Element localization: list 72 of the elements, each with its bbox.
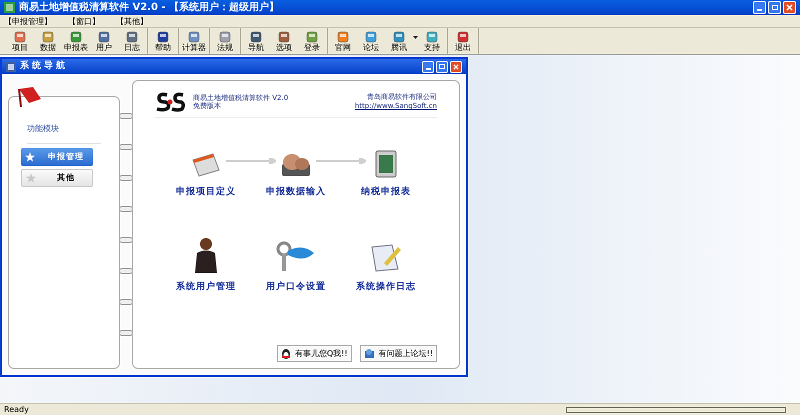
sidebar-item[interactable]: 其他: [21, 169, 93, 187]
close-button[interactable]: [783, 1, 796, 14]
key-icon: [276, 241, 316, 273]
footer-button[interactable]: 有事儿您Q我!!: [276, 345, 352, 362]
calculator-icon: [375, 150, 397, 178]
menu-item[interactable]: 【窗口】: [68, 18, 100, 26]
function-link[interactable]: 系统用户管理: [176, 283, 236, 292]
toolbar-button[interactable]: 申报表: [62, 30, 90, 52]
toolbar-icon: [98, 30, 110, 42]
toolbar-icon: [365, 30, 377, 42]
toolbar-icon: [219, 30, 231, 42]
toolbar-icon: [457, 30, 469, 42]
toolbar-button[interactable]: 法规: [211, 30, 239, 52]
person-icon: [193, 237, 219, 273]
toolbar-button[interactable]: 用户: [90, 30, 118, 52]
toolbar-icon: [70, 30, 82, 42]
toolbar-button[interactable]: 论坛: [357, 30, 385, 52]
star-icon: [26, 173, 36, 183]
close-button[interactable]: [450, 60, 462, 72]
menu-item[interactable]: 【申报管理】: [4, 18, 52, 26]
toolbar-button[interactable]: 腾讯: [385, 30, 413, 52]
function-link[interactable]: 系统操作日志: [356, 283, 416, 292]
restore-button[interactable]: [768, 1, 781, 14]
toolbar-icon: [126, 30, 138, 42]
status-text: Ready: [4, 406, 29, 414]
sidebar-item[interactable]: 申报管理: [21, 148, 93, 166]
logo-icon: [155, 91, 185, 113]
dropdown-caret-icon[interactable]: [413, 36, 418, 38]
toolbar-button[interactable]: 登录: [298, 30, 326, 52]
toolbar-icon: [188, 30, 200, 42]
ribbon-flag-icon: [17, 87, 43, 107]
function-link[interactable]: 申报项目定义: [176, 188, 236, 197]
toolbar-icon: [250, 30, 262, 42]
toolbar-button[interactable]: 项目: [6, 30, 34, 52]
penguin-icon: [280, 348, 291, 359]
function-link[interactable]: 用户口令设置: [266, 283, 326, 292]
toolbar-icon: [278, 30, 290, 42]
close-icon: [453, 64, 459, 70]
child-window-title: 系统导航: [20, 62, 68, 71]
toolbar-button[interactable]: 日志: [118, 30, 146, 52]
toolbar-button[interactable]: 退出: [449, 30, 477, 52]
toolbar-button[interactable]: 支持: [418, 30, 446, 52]
toolbar-icon: [426, 30, 438, 42]
toolbar-button[interactable]: 计算器: [180, 30, 208, 52]
star-icon: [25, 152, 35, 162]
toolbar-icon: [337, 30, 349, 42]
toolbar-icon: [14, 30, 26, 42]
function-link[interactable]: 纳税申报表: [361, 188, 411, 197]
footer-button[interactable]: 有问题上论坛!!: [360, 345, 437, 362]
folder-icon: [191, 152, 221, 178]
sidebar-heading: 功能模块: [27, 125, 60, 133]
notepad-pencil-icon: [370, 243, 402, 273]
toolbar-icon: [157, 30, 169, 42]
function-icon-button[interactable]: [193, 235, 219, 273]
menu-item[interactable]: 【其他】: [116, 18, 148, 26]
forum-icon: [364, 348, 375, 359]
toolbar-icon: [42, 30, 54, 42]
function-link[interactable]: 申报数据输入: [266, 188, 326, 197]
toolbar-button[interactable]: 数据: [34, 30, 62, 52]
minimize-button[interactable]: [422, 60, 434, 72]
toolbar-icon: [393, 30, 405, 42]
window-title: 商易土地增值税清算软件 V2.0 - 【系统用户：超级用户】: [19, 2, 280, 12]
toolbar-button[interactable]: 导航: [242, 30, 270, 52]
toolbar-button[interactable]: 帮助: [149, 30, 177, 52]
window-icon: [6, 62, 16, 72]
maximize-button[interactable]: [436, 60, 448, 72]
app-icon: [4, 2, 15, 13]
toolbar-icon: [306, 30, 318, 42]
toolbar-button[interactable]: 官网: [329, 30, 357, 52]
minimize-button[interactable]: [753, 1, 766, 14]
toolbar-button[interactable]: 选项: [270, 30, 298, 52]
close-icon: [786, 4, 793, 11]
